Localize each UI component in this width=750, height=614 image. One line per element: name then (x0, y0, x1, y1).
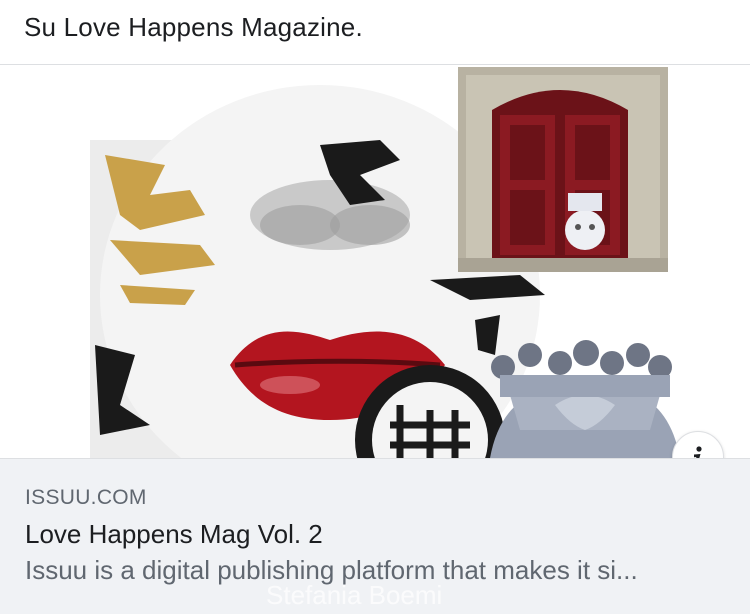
link-preview-card[interactable]: ISSUU.COM Love Happens Mag Vol. 2 Issuu … (0, 64, 750, 614)
collage-artwork (90, 67, 680, 458)
link-preview-image[interactable] (0, 65, 750, 458)
info-icon (694, 446, 702, 458)
post-text: Su Love Happens Magazine. (24, 12, 363, 42)
link-domain: ISSUU.COM (25, 486, 147, 509)
link-caption[interactable]: ISSUU.COM Love Happens Mag Vol. 2 Issuu … (0, 458, 750, 614)
link-title[interactable]: Love Happens Mag Vol. 2 (25, 519, 323, 550)
watermark-text: Stefania Boemi (266, 580, 443, 610)
